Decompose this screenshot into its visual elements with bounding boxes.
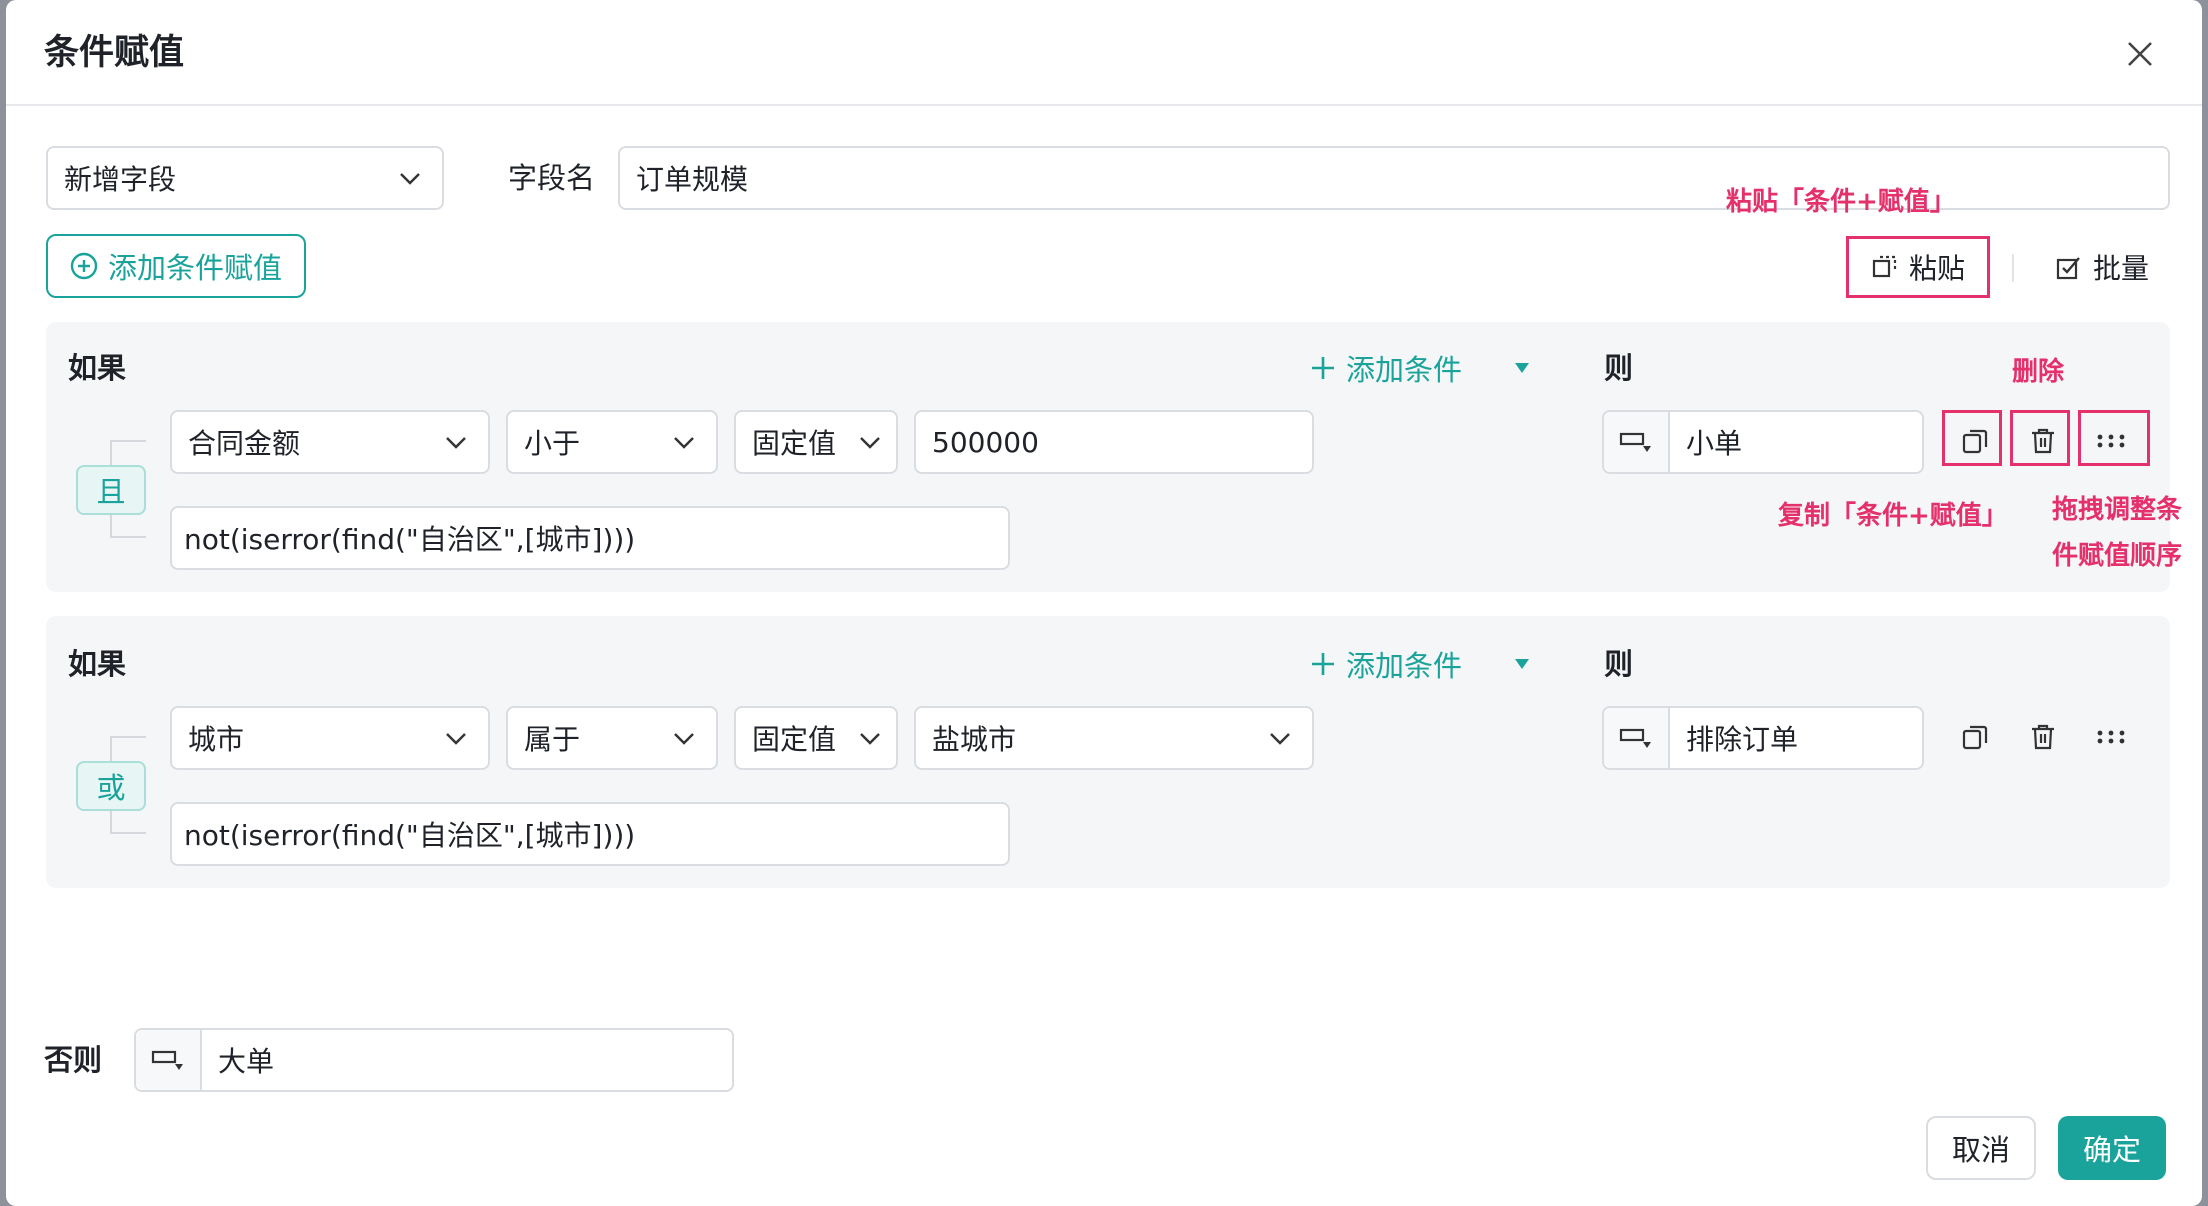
add-condition-assignment-button[interactable]: 添加条件赋值 bbox=[46, 234, 306, 298]
condition-assignment-dialog: 条件赋值 新增字段 字段名 订单规模 添加条件赋值 粘贴「条件+赋值」 粘贴 批… bbox=[6, 0, 2202, 1206]
drag-annotation-line2: 件赋值顺序 bbox=[2052, 541, 2183, 571]
value-type-icon bbox=[1619, 728, 1651, 748]
else-label: 否则 bbox=[44, 1043, 103, 1077]
add-condition-button[interactable]: 添加条件 bbox=[1310, 642, 1462, 686]
drag-handle-icon bbox=[2097, 730, 2125, 744]
delete-highlight-box bbox=[2010, 410, 2070, 466]
plus-circle-icon bbox=[70, 252, 98, 280]
batch-label: 批量 bbox=[2092, 252, 2149, 285]
condition-value-type-value: 固定值 bbox=[752, 723, 837, 756]
header-divider bbox=[6, 104, 2202, 106]
close-icon bbox=[2128, 42, 2152, 66]
chevron-down-icon bbox=[446, 437, 466, 449]
logic-toggle[interactable]: 且 bbox=[76, 465, 146, 515]
logic-tree-tick bbox=[110, 440, 146, 442]
rule-card: 如果 添加条件 则 或 城市 属于 固定值 盐城市 not(iserror(fi… bbox=[46, 616, 2170, 888]
result-value: 小单 bbox=[1686, 427, 1743, 460]
condition-field-select[interactable]: 合同金额 bbox=[170, 410, 490, 474]
chevron-down-icon bbox=[860, 733, 880, 745]
condition-field-value: 城市 bbox=[188, 723, 245, 756]
result-input[interactable]: 排除订单 bbox=[1602, 706, 1924, 770]
else-value: 大单 bbox=[218, 1045, 275, 1078]
add-condition-dropdown[interactable] bbox=[1506, 648, 1538, 680]
value-type-icon bbox=[151, 1050, 183, 1070]
chevron-down-icon bbox=[860, 437, 880, 449]
condition-value-input[interactable]: 500000 bbox=[914, 410, 1314, 474]
dialog-title: 条件赋值 bbox=[44, 33, 185, 73]
plus-icon bbox=[1312, 357, 1334, 379]
formula-text: not(iserror(find("自治区",[城市]))) bbox=[184, 819, 636, 852]
delete-rule-button[interactable] bbox=[2018, 712, 2068, 762]
copy-highlight-box bbox=[1942, 410, 2002, 466]
copy-rule-button[interactable] bbox=[1950, 712, 2000, 762]
chevron-down-icon bbox=[1270, 733, 1290, 745]
if-label: 如果 bbox=[68, 351, 127, 385]
then-label: 则 bbox=[1604, 647, 1634, 681]
paste-annotation: 粘贴「条件+赋值」 bbox=[1726, 187, 1956, 217]
chevron-down-icon bbox=[400, 173, 420, 185]
add-condition-label: 添加条件 bbox=[1346, 649, 1463, 683]
if-label: 如果 bbox=[68, 647, 127, 681]
chevron-down-icon bbox=[446, 733, 466, 745]
condition-value-type-select[interactable]: 固定值 bbox=[734, 706, 898, 770]
logic-tree-tick bbox=[110, 832, 146, 834]
condition-value-select[interactable]: 盐城市 bbox=[914, 706, 1314, 770]
formula-input[interactable]: not(iserror(find("自治区",[城市]))) bbox=[170, 802, 1010, 866]
copy-icon bbox=[1962, 725, 1988, 750]
value-type-icon bbox=[1619, 432, 1651, 452]
logic-tree-tick bbox=[110, 536, 146, 538]
logic-tree-tick bbox=[110, 736, 146, 738]
add-condition-dropdown[interactable] bbox=[1506, 352, 1538, 384]
drag-annotation-line1: 拖拽调整条 bbox=[2052, 495, 2183, 525]
add-condition-assignment-label: 添加条件赋值 bbox=[107, 251, 282, 285]
batch-icon bbox=[2056, 257, 2080, 280]
ok-button[interactable]: 确定 bbox=[2058, 1116, 2166, 1180]
field-mode-value: 新增字段 bbox=[64, 163, 177, 196]
close-button[interactable] bbox=[2116, 30, 2164, 78]
field-name-value: 订单规模 bbox=[636, 163, 749, 196]
copy-annotation: 复制「条件+赋值」 bbox=[1778, 501, 2008, 531]
then-label: 则 bbox=[1604, 351, 1634, 385]
condition-value-text: 500000 bbox=[932, 425, 1039, 459]
batch-button[interactable]: 批量 bbox=[2046, 238, 2158, 296]
condition-field-select[interactable]: 城市 bbox=[170, 706, 490, 770]
toolbar-divider bbox=[2012, 254, 2014, 282]
condition-operator-select[interactable]: 小于 bbox=[506, 410, 718, 474]
value-type-toggle[interactable] bbox=[136, 1030, 202, 1090]
caret-down-icon bbox=[1515, 659, 1529, 669]
value-type-toggle[interactable] bbox=[1604, 708, 1670, 768]
result-value: 排除订单 bbox=[1686, 723, 1799, 756]
add-condition-label: 添加条件 bbox=[1346, 353, 1463, 387]
drag-highlight-box bbox=[2078, 410, 2150, 466]
condition-value-text: 盐城市 bbox=[932, 723, 1017, 756]
rule-card: 如果 添加条件 则 且 合同金额 小于 固定值 500000 not(iserr… bbox=[46, 322, 2170, 592]
else-input[interactable]: 大单 bbox=[134, 1028, 734, 1092]
condition-value-type-select[interactable]: 固定值 bbox=[734, 410, 898, 474]
delete-annotation: 删除 bbox=[2012, 357, 2065, 387]
formula-input[interactable]: not(iserror(find("自治区",[城市]))) bbox=[170, 506, 1010, 570]
condition-value-type-value: 固定值 bbox=[752, 427, 837, 460]
plus-icon bbox=[1312, 653, 1334, 675]
field-mode-select[interactable]: 新增字段 bbox=[46, 146, 444, 210]
formula-text: not(iserror(find("自治区",[城市]))) bbox=[184, 523, 636, 556]
condition-operator-value: 小于 bbox=[524, 427, 581, 460]
chevron-down-icon bbox=[674, 437, 694, 449]
add-condition-button[interactable]: 添加条件 bbox=[1310, 346, 1462, 390]
condition-field-value: 合同金额 bbox=[188, 427, 301, 460]
value-type-toggle[interactable] bbox=[1604, 412, 1670, 472]
result-input[interactable]: 小单 bbox=[1602, 410, 1924, 474]
condition-operator-value: 属于 bbox=[524, 723, 581, 756]
field-name-label: 字段名 bbox=[508, 161, 596, 195]
logic-toggle[interactable]: 或 bbox=[76, 761, 146, 811]
trash-icon bbox=[2032, 724, 2054, 750]
chevron-down-icon bbox=[674, 733, 694, 745]
paste-highlight-box bbox=[1846, 236, 1990, 298]
drag-handle[interactable] bbox=[2086, 712, 2136, 762]
cancel-button[interactable]: 取消 bbox=[1926, 1116, 2036, 1180]
caret-down-icon bbox=[1515, 363, 1529, 373]
condition-operator-select[interactable]: 属于 bbox=[506, 706, 718, 770]
